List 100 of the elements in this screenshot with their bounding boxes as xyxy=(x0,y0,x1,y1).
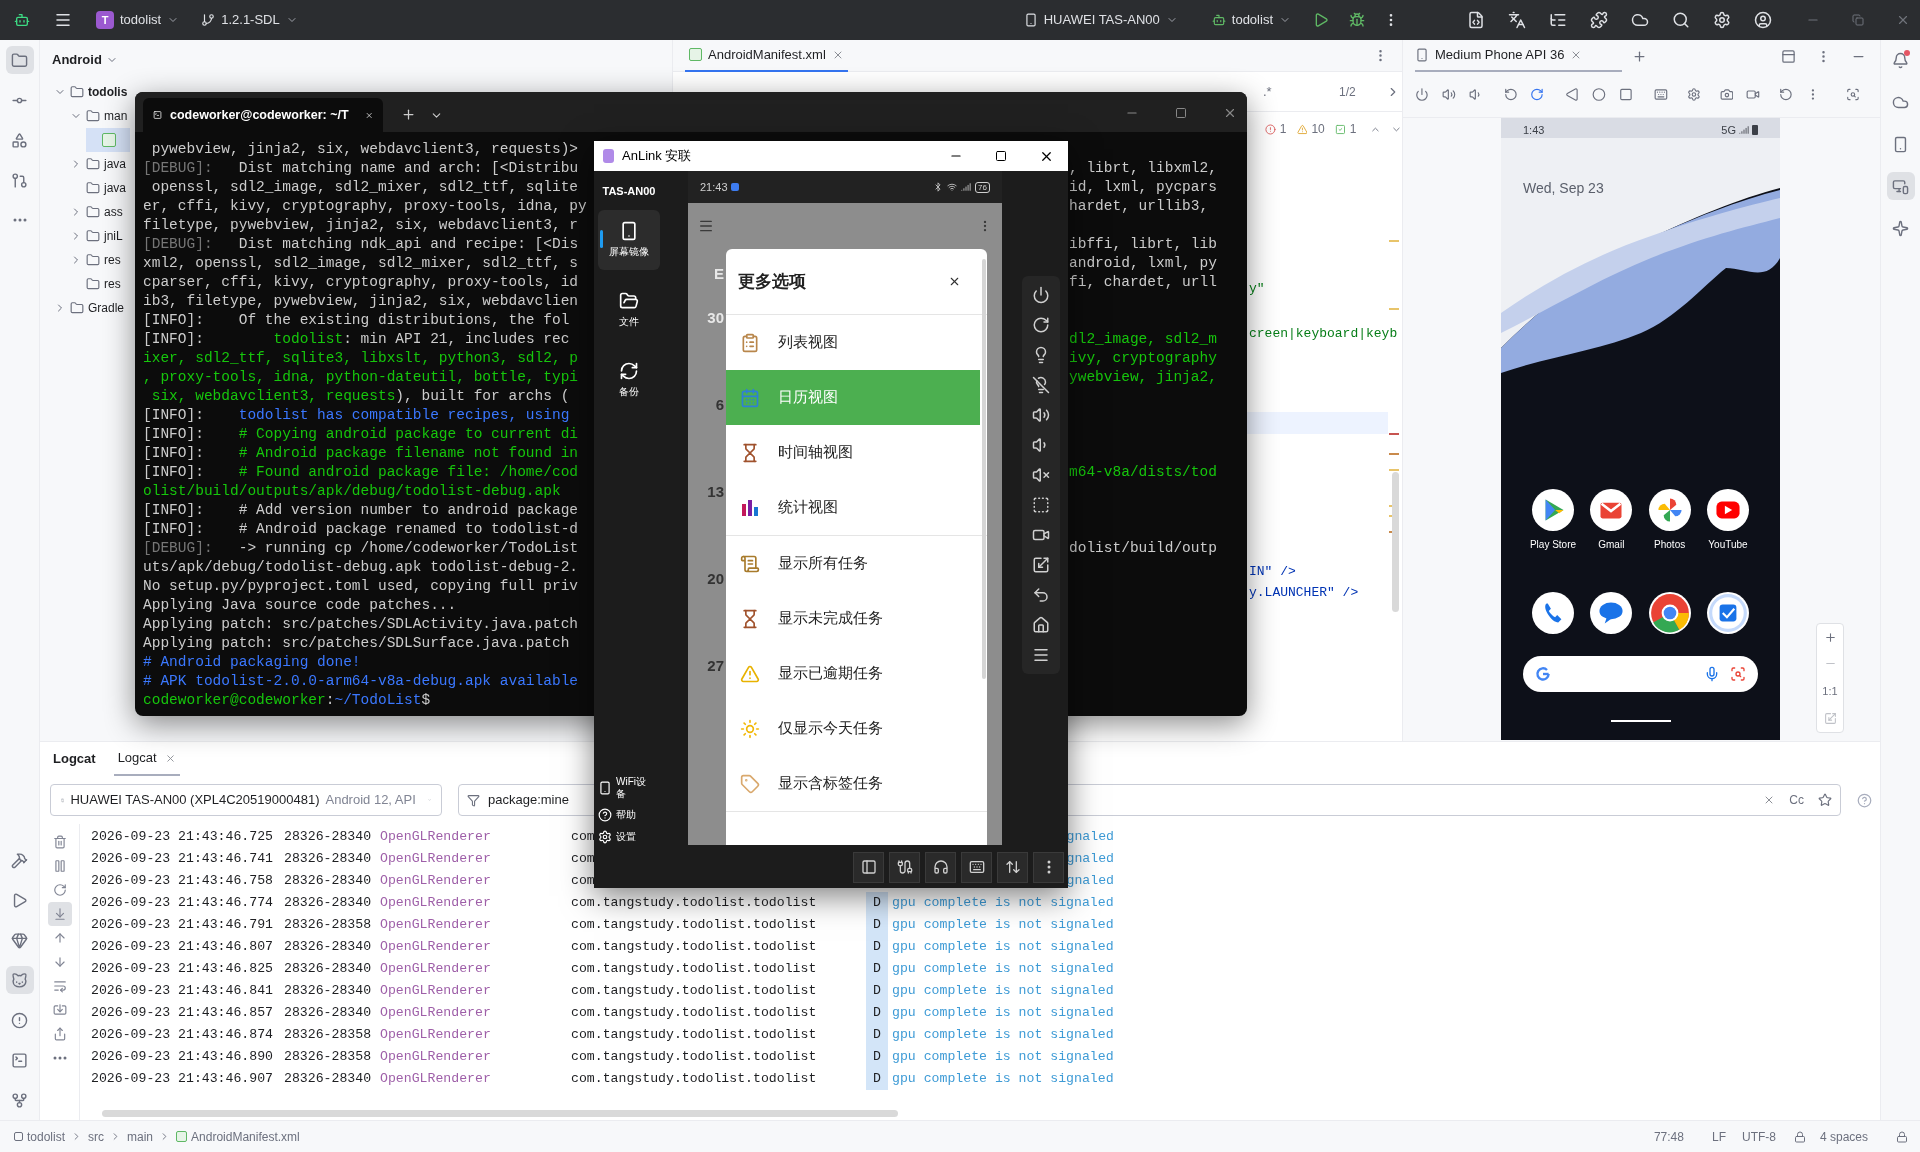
tree-row[interactable]: Gradle xyxy=(54,296,125,320)
tree-row[interactable]: ass xyxy=(70,200,123,224)
device-selector[interactable]: HUAWEI TAS-AN00 xyxy=(1019,6,1182,34)
weak-warning-count[interactable]: 1 xyxy=(1349,120,1357,138)
terminal-line: er, cffi, kivy, cryptography, proxy-tools, idna, py xyxy=(143,197,588,216)
log-level: D xyxy=(866,892,888,914)
terminal-line: six, webdavclient3, requests), built for archs ( xyxy=(150,387,571,406)
network-label: 5G xyxy=(1721,122,1736,138)
terminal-tab[interactable]: codeworker@codeworker: ~/T xyxy=(143,98,383,132)
log-level: D xyxy=(866,958,888,980)
match-case-toggle[interactable]: Cc xyxy=(1789,791,1804,809)
log-pid: 28326-28340 xyxy=(284,1070,373,1089)
calendar-day: 27 xyxy=(707,655,724,678)
terminal-line: [INFO]: todolist: min API 21, includes rec xyxy=(143,330,571,349)
error-count[interactable]: 1 xyxy=(1279,120,1287,138)
tree-row[interactable]: res xyxy=(70,248,121,272)
app-label: Play Store xyxy=(1529,538,1577,552)
log-timestamp: 2026-09-23 21:43:46.907 xyxy=(91,1070,275,1089)
calendar-day: 13 xyxy=(707,481,724,504)
log-message: gpu complete is not signaled xyxy=(892,960,1114,979)
log-package: com.tangstudy.todolist.todolist xyxy=(571,1070,817,1089)
terminal-line: [DEBUG]: Dist matching ndk_api and recipe: [<Dis xyxy=(143,235,580,254)
log-message: gnaled xyxy=(1066,872,1114,891)
log-message: gnaled xyxy=(1066,828,1114,847)
log-pid: 28326-28340 xyxy=(284,872,373,891)
tree-label: java xyxy=(104,156,126,173)
log-level: D xyxy=(866,1024,888,1046)
device-dropdown[interactable]: HUAWEI TAS-AN00 (XPL4C20519000481) Android 12, API xyxy=(50,784,442,816)
breadcrumb[interactable]: todolist xyxy=(27,1127,66,1146)
nav-item[interactable]: 屏幕镜像 xyxy=(598,209,660,270)
log-timestamp: 2026-09-23 21:43:46.841 xyxy=(91,982,275,1001)
device-detail: Android 12, API xyxy=(325,791,416,810)
tree-row[interactable]: res xyxy=(70,272,121,296)
status-time: 1:43 xyxy=(1523,122,1545,138)
battery-indicator: 76 xyxy=(975,181,990,193)
regex-toggle[interactable]: .* xyxy=(1263,81,1323,102)
line-separator[interactable]: LF xyxy=(1711,1127,1726,1146)
log-pid: 28326-28340 xyxy=(284,1004,373,1023)
log-package: com.tangstudy.todolist.todolist xyxy=(571,960,817,979)
log-tag: OpenGLRenderer xyxy=(380,1047,571,1067)
tree-row[interactable]: java xyxy=(70,176,126,200)
terminal-line: fi, chardet, urll xyxy=(1069,273,1217,292)
terminal-line: ib3, filetype, pywebview, jinja2, six, webdavclien xyxy=(143,292,580,311)
terminal-line: [DEBUG]: Dist matching name and arch: [<Distribu xyxy=(143,159,580,178)
terminal-line: [DEBUG]: -> running cp /home/codeworker/TodoList xyxy=(143,539,580,558)
nav-item[interactable]: 设置 xyxy=(598,830,664,844)
log-timestamp: 2026-09-23 21:43:46.774 xyxy=(91,894,275,913)
log-package: com.tangstudy.todolist.todolist xyxy=(571,1004,817,1023)
nav-item[interactable]: 备份 xyxy=(598,349,660,410)
tree-row[interactable]: jniL xyxy=(70,224,123,248)
breadcrumb[interactable]: main xyxy=(127,1127,154,1146)
tree-row[interactable]: man xyxy=(70,104,128,128)
terminal-line: , proxy-tools, idna, python-dateutil, bottle, typi xyxy=(143,368,580,387)
terminal-line: codeworker@codeworker:~/TodoList$ xyxy=(143,691,432,710)
tree-row[interactable]: java xyxy=(70,152,126,176)
encoding[interactable]: UTF-8 xyxy=(1741,1127,1776,1146)
branch-selector[interactable]: 1.2.1-SDL xyxy=(197,6,302,34)
terminal-line: dolist/build/outp xyxy=(1069,539,1217,558)
terminal-line: , librt, libxml2, xyxy=(1069,159,1217,178)
window-title: AnLink 安联 xyxy=(622,147,692,166)
log-tag: OpenGLRenderer xyxy=(380,1025,571,1045)
match-count: 1/2 xyxy=(1339,83,1356,101)
nav-item[interactable]: 文件 xyxy=(598,279,660,340)
device-tab[interactable]: Medium Phone API 36 xyxy=(1415,40,1623,72)
log-message: gpu complete is not signaled xyxy=(892,1048,1114,1067)
cursor-position[interactable]: 77:48 xyxy=(1653,1127,1684,1146)
warning-count[interactable]: 10 xyxy=(1311,120,1325,138)
log-tag: OpenGLRenderer xyxy=(380,871,571,891)
log-package: com xyxy=(571,850,595,869)
log-package: com.tangstudy.todolist.todolist xyxy=(571,894,817,913)
run-config-selector[interactable]: todolist xyxy=(1207,6,1295,34)
log-timestamp: 2026-09-23 21:43:46.890 xyxy=(91,1048,275,1067)
log-package: com xyxy=(571,872,595,891)
indent-setting[interactable]: 4 spaces xyxy=(1819,1127,1868,1146)
log-package: com.tangstudy.todolist.todolist xyxy=(571,1026,817,1045)
tree-label: Gradle xyxy=(88,300,125,317)
log-timestamp: 2026-09-23 21:43:46.725 xyxy=(91,828,275,847)
panel-title[interactable]: Android xyxy=(52,50,102,70)
project-name: todolist xyxy=(120,11,162,30)
log-package: com.tangstudy.todolist.todolist xyxy=(571,938,817,957)
log-package: com.tangstudy.todolist.todolist xyxy=(571,916,817,935)
logcat-tab[interactable]: Logcat xyxy=(113,742,180,776)
project-selector[interactable]: T todolist xyxy=(92,6,184,34)
log-message: gpu complete is not signaled xyxy=(892,894,1114,913)
actual-size-button[interactable]: 1:1 xyxy=(1822,682,1838,700)
log-level: D xyxy=(866,980,888,1002)
log-pid: 28326-28358 xyxy=(284,1048,373,1067)
tree-row[interactable]: todolis xyxy=(54,80,128,104)
app-label: Gmail xyxy=(1598,538,1625,552)
breadcrumb[interactable]: src xyxy=(88,1127,105,1146)
breadcrumb[interactable]: AndroidManifest.xml xyxy=(191,1127,300,1146)
log-package: com.tangstudy.todolist.todolist xyxy=(571,982,817,1001)
tree-label: res xyxy=(104,252,121,269)
log-pid: 28326-28340 xyxy=(284,938,373,957)
device-name: TAS-AN00 xyxy=(602,184,656,199)
terminal-line: openssl, sdl2_image, sdl2_mixer, sdl2_ttf, sqlite xyxy=(150,178,580,197)
log-timestamp: 2026-09-23 21:43:46.741 xyxy=(91,850,275,869)
code-line: y" xyxy=(1249,280,1266,298)
tree-label: ass xyxy=(104,204,123,221)
tree-label: jniL xyxy=(104,228,123,245)
